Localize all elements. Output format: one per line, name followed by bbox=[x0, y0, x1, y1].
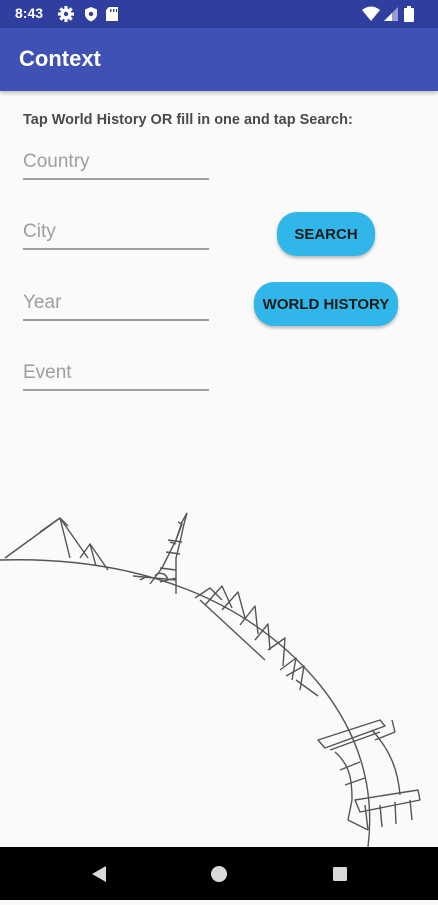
back-icon bbox=[92, 866, 106, 882]
search-button[interactable]: SEARCH bbox=[277, 212, 375, 256]
navigation-bar bbox=[0, 847, 438, 900]
globe-landmarks-illustration bbox=[0, 512, 421, 847]
nav-icons bbox=[92, 866, 347, 882]
world-history-button[interactable]: WORLD HISTORY bbox=[254, 282, 398, 326]
battery-icon bbox=[404, 6, 414, 22]
status-icons-right bbox=[362, 6, 414, 22]
shield-icon bbox=[85, 7, 97, 22]
sydney-opera-house-icon bbox=[194, 585, 319, 697]
status-bar: 8:43 bbox=[0, 0, 438, 28]
year-input[interactable] bbox=[23, 287, 209, 321]
instruction-text: Tap World History OR fill in one and tap… bbox=[23, 112, 353, 128]
pyramids-icon bbox=[4, 517, 109, 571]
recents-icon bbox=[333, 867, 347, 881]
status-time: 8:43 bbox=[15, 5, 44, 21]
app-title: Context bbox=[19, 46, 101, 71]
home-icon bbox=[211, 866, 227, 882]
eiffel-tower-icon bbox=[132, 512, 188, 594]
status-icons-left bbox=[58, 6, 118, 22]
sd-card-icon bbox=[106, 7, 118, 21]
wifi-icon bbox=[362, 6, 380, 21]
country-input[interactable] bbox=[23, 146, 209, 180]
app-bar: Context bbox=[0, 28, 438, 91]
event-input[interactable] bbox=[23, 357, 209, 391]
globe-horizon bbox=[0, 559, 371, 847]
gear-icon bbox=[58, 6, 74, 22]
city-input[interactable] bbox=[23, 216, 209, 250]
